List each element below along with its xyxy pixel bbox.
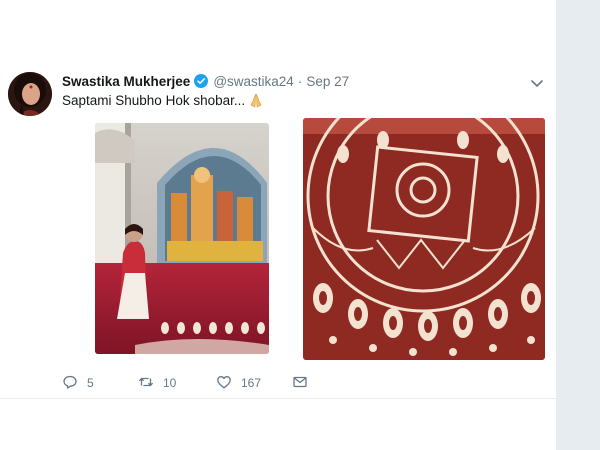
author-name[interactable]: Swastika Mukherjee (62, 74, 190, 89)
like-icon (216, 374, 241, 393)
tweet-photo-alpana[interactable] (303, 118, 545, 360)
tweet-text-row: Saptami Shubho Hok shobar... (62, 92, 264, 108)
direct-message-button[interactable] (292, 374, 317, 392)
tweet-divider (0, 398, 556, 399)
reply-count: 5 (87, 376, 94, 390)
avatar[interactable] (8, 72, 52, 116)
like-count: 167 (241, 376, 262, 390)
tweet-actions: 5 10 167 (62, 374, 322, 392)
retweet-button[interactable]: 10 (138, 374, 176, 392)
folded-hands-emoji-icon (248, 92, 264, 108)
tweet-text: Saptami Shubho Hok shobar... (62, 92, 246, 108)
reply-icon (62, 374, 87, 393)
retweet-count: 10 (163, 376, 177, 390)
right-rail (556, 0, 600, 450)
reply-button[interactable]: 5 (62, 374, 94, 392)
direct-message-icon (292, 374, 317, 393)
author-handle[interactable]: @swastika24 (213, 74, 294, 89)
verified-badge-icon (194, 74, 209, 88)
tweet-timestamp[interactable]: Sep 27 (306, 74, 349, 89)
like-button[interactable]: 167 (216, 374, 261, 392)
separator-dot: · (297, 73, 303, 89)
tweet[interactable]: Swastika Mukherjee @swastika24 · Sep 27 … (0, 0, 556, 450)
tweet-photo-durga-pandal[interactable] (95, 123, 269, 354)
caret-down-icon[interactable] (530, 76, 544, 88)
retweet-icon (138, 374, 163, 393)
tweet-header: Swastika Mukherjee @swastika24 · Sep 27 (62, 72, 349, 90)
